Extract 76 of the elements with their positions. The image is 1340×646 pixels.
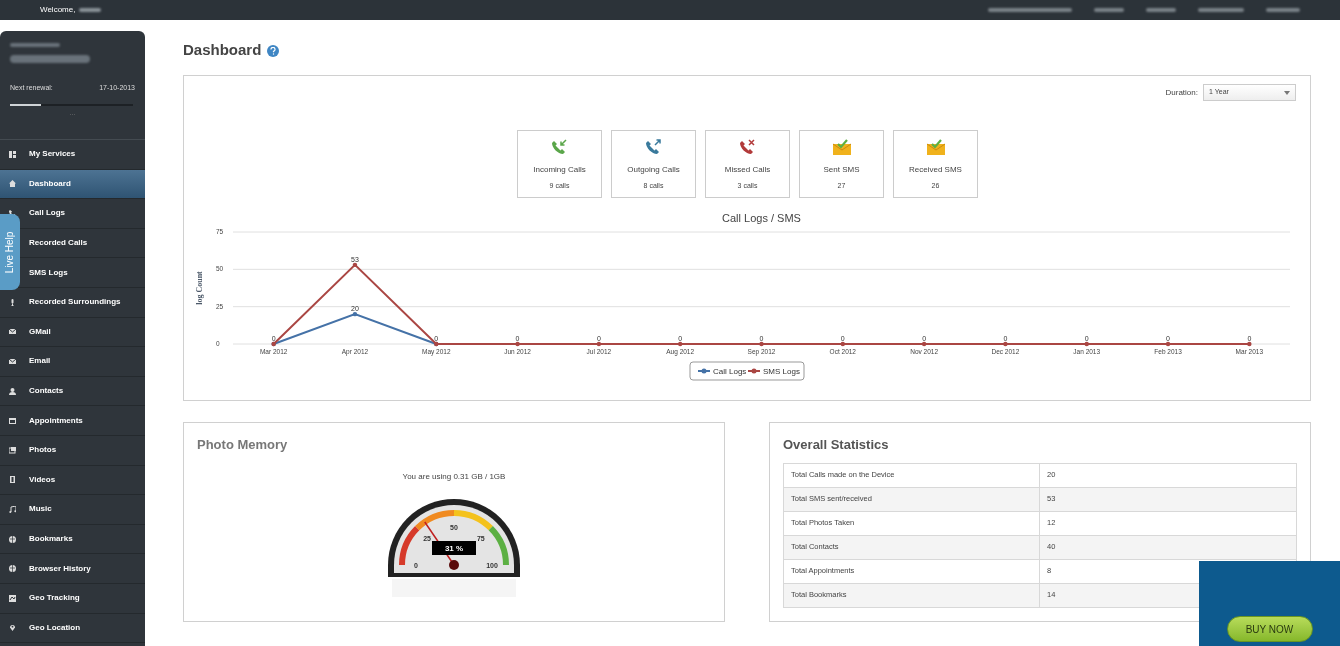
panel-title: Photo Memory	[197, 436, 288, 454]
map-pin-icon	[9, 624, 16, 632]
gauge-reading: 31 %	[444, 543, 464, 553]
stat-label: Incoming Calls	[533, 164, 586, 176]
data-point	[596, 341, 602, 347]
welcome-text: Welcome,	[40, 4, 76, 16]
stat-label: Received SMS	[909, 164, 962, 176]
sidebar-item[interactable]: My Services	[29, 140, 145, 169]
sidebar-item[interactable]: Photos	[29, 435, 145, 465]
person-icon	[9, 387, 16, 395]
blurred-link[interactable]	[988, 8, 1072, 12]
incoming-call-icon	[550, 139, 569, 155]
duration-label: Duration:	[1165, 86, 1198, 99]
legend-marker	[697, 368, 711, 374]
sidebar-item[interactable]: SMS Logs	[29, 258, 145, 287]
data-point	[921, 341, 927, 347]
envelope-icon	[9, 328, 16, 336]
data-point	[352, 262, 358, 268]
blurred-link[interactable]	[1266, 8, 1300, 12]
data-point	[352, 311, 358, 317]
data-point	[515, 341, 520, 347]
sidebar-item[interactable]: Browser History	[29, 554, 145, 583]
legend-marker	[747, 368, 761, 374]
sidebar-item[interactable]: Appointments	[29, 406, 145, 435]
sidebar-item[interactable]: Call Logs	[29, 199, 145, 228]
music-note-icon	[9, 505, 16, 513]
calendar-icon	[9, 417, 16, 425]
map-icon	[9, 594, 16, 602]
page-title: Dashboard	[183, 40, 262, 61]
data-point	[1165, 341, 1171, 347]
blurred-link[interactable]	[1094, 8, 1124, 12]
sidebar-item[interactable]: Recorded Surroundings	[29, 287, 145, 317]
panel-title: Overall Statistics	[783, 436, 890, 454]
outgoing-call-icon	[644, 139, 663, 155]
help-icon[interactable]	[267, 44, 280, 57]
sidebar-item[interactable]: Music	[29, 495, 145, 524]
blurred-link[interactable]	[1146, 8, 1176, 12]
blurred-text	[10, 43, 60, 47]
sidebar-item[interactable]: Geo Tracking	[29, 583, 145, 613]
sidebar-item[interactable]: Dashboard	[0, 169, 145, 200]
caret-icon	[1284, 90, 1290, 95]
data-point	[1247, 341, 1252, 347]
needle-hub	[449, 559, 459, 570]
sidebar-item[interactable]: Email	[29, 347, 145, 376]
sidebar-item[interactable]: Bookmarks	[29, 524, 145, 554]
axis-title: log Count	[195, 271, 204, 305]
sidebar-item[interactable]: GMail	[29, 317, 145, 347]
sidebar-item[interactable]: Contacts	[29, 376, 145, 406]
globe-icon	[9, 535, 16, 543]
buy-now-button[interactable]: BUY NOW	[1226, 616, 1313, 642]
sidebar-item[interactable]: Recorded Calls	[29, 228, 145, 258]
blurred-link[interactable]	[1198, 8, 1244, 12]
stat-label: Missed Calls	[724, 164, 771, 176]
usage-text: You are using 0.31 GB / 1GB	[402, 470, 506, 483]
sidebar-item[interactable]: Videos	[29, 465, 145, 495]
data-point	[1003, 341, 1008, 347]
stat-label: Outgoing Calls	[627, 164, 680, 176]
blurred-username	[79, 8, 102, 12]
envelope-check-icon	[926, 139, 945, 155]
chart-title: Call Logs / SMS	[722, 212, 801, 224]
missed-call-icon	[738, 139, 757, 155]
sidebar-item[interactable]: Geo Location	[29, 613, 145, 643]
legend-label: Call Logs	[713, 367, 747, 376]
envelope-check-icon	[832, 139, 851, 155]
data-point	[1084, 341, 1089, 347]
stat-label: Sent SMS	[823, 164, 860, 176]
film-icon	[9, 476, 16, 484]
globe-icon	[9, 565, 16, 573]
grid-icon	[9, 150, 16, 158]
data-point	[840, 341, 845, 347]
image-icon	[9, 446, 16, 454]
data-point	[759, 341, 764, 347]
data-point	[678, 341, 683, 347]
envelope-icon	[9, 357, 16, 365]
legend-label: SMS Logs	[763, 367, 800, 376]
home-icon	[9, 180, 16, 188]
